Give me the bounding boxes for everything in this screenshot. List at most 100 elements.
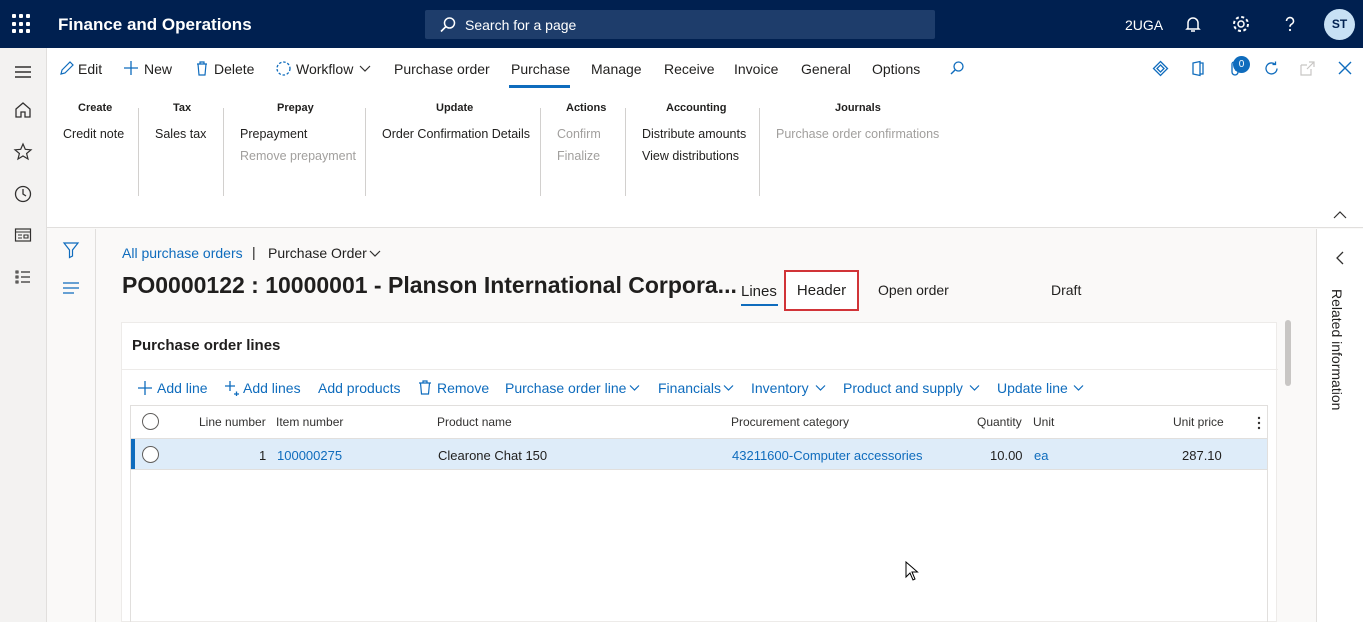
delete-button[interactable]: Delete [214, 61, 254, 77]
clock-icon[interactable] [13, 184, 33, 204]
top-bar: Finance and Operations Search for a page… [0, 0, 1363, 48]
column-header-unit-price[interactable]: Unit price [1173, 415, 1224, 429]
document-status: Open order [878, 282, 949, 298]
group-title-actions: Actions [566, 102, 607, 114]
view-distributions-button[interactable]: View distributions [642, 149, 739, 163]
left-navigation [0, 48, 47, 622]
tab-manage[interactable]: Manage [591, 61, 642, 77]
chevron-down-icon[interactable] [723, 384, 734, 392]
lines-grid: Line number Item number Product name Pro… [130, 405, 1268, 622]
office-icon[interactable] [1189, 60, 1206, 77]
table-row[interactable]: 1 100000275 Clearone Chat 150 43211600-C… [131, 438, 1267, 470]
hamburger-icon[interactable] [13, 62, 33, 82]
add-products-button[interactable]: Add products [318, 380, 401, 396]
avatar[interactable]: ST [1324, 9, 1355, 40]
group-title-journals: Journals [835, 102, 881, 114]
search-input[interactable]: Search for a page [425, 10, 935, 39]
cell-product-name[interactable]: Clearone Chat 150 [438, 448, 547, 463]
add-line-button[interactable]: Add line [157, 380, 208, 396]
home-icon[interactable] [13, 100, 33, 120]
financials-menu[interactable]: Financials [658, 380, 721, 396]
search-placeholder: Search for a page [465, 17, 577, 33]
close-icon[interactable] [1337, 60, 1353, 76]
chevron-down-icon[interactable] [369, 249, 381, 258]
column-header-item-number[interactable]: Item number [276, 415, 343, 429]
chevron-down-icon[interactable] [629, 384, 640, 392]
more-options-icon[interactable] [1257, 416, 1261, 430]
select-all-radio[interactable] [142, 413, 159, 430]
remove-prepayment-button[interactable]: Remove prepayment [240, 149, 356, 163]
order-confirmation-details-button[interactable]: Order Confirmation Details [382, 127, 530, 141]
add-lines-button[interactable]: Add lines [243, 380, 301, 396]
tab-options[interactable]: Options [872, 61, 920, 77]
company-picker[interactable]: 2UGA [1125, 17, 1163, 33]
group-title-create: Create [78, 102, 113, 114]
new-button[interactable]: New [144, 61, 172, 77]
workspace-icon[interactable] [13, 225, 33, 245]
help-icon[interactable] [1280, 14, 1300, 34]
group-title-prepay: Prepay [277, 102, 314, 114]
card-title: Purchase order lines [132, 337, 281, 354]
chevron-down-icon[interactable] [1073, 384, 1084, 392]
column-header-unit[interactable]: Unit [1033, 415, 1054, 429]
cell-quantity[interactable]: 10.00 [990, 448, 1023, 463]
related-information-pane: Related information [1316, 229, 1363, 622]
vertical-scrollbar[interactable] [1285, 320, 1291, 386]
cell-unit-price[interactable]: 287.10 [1182, 448, 1222, 463]
column-header-product-name[interactable]: Product name [437, 415, 512, 429]
related-information-label[interactable]: Related information [1329, 289, 1345, 410]
workflow-button[interactable]: Workflow [296, 61, 353, 77]
chevron-down-icon[interactable] [359, 64, 371, 74]
remove-button[interactable]: Remove [437, 380, 489, 396]
ribbon-divider [365, 108, 366, 196]
edit-button[interactable]: Edit [78, 61, 102, 77]
search-icon[interactable] [949, 60, 965, 76]
breadcrumb-current[interactable]: Purchase Order [268, 245, 367, 261]
breadcrumb-all-purchase-orders[interactable]: All purchase orders [122, 245, 243, 261]
column-header-line-number[interactable]: Line number [199, 415, 266, 429]
tab-purchase[interactable]: Purchase [511, 61, 570, 77]
update-line-menu[interactable]: Update line [997, 380, 1068, 396]
modules-icon[interactable] [13, 267, 33, 287]
cell-line-number: 1 [259, 448, 267, 463]
chevron-down-icon[interactable] [969, 384, 980, 392]
tab-general[interactable]: General [801, 61, 851, 77]
ribbon-divider [223, 108, 224, 196]
refresh-icon[interactable] [1263, 60, 1280, 77]
open-new-window-icon[interactable] [1299, 60, 1316, 77]
distribute-amounts-button[interactable]: Distribute amounts [642, 127, 746, 141]
gear-icon[interactable] [1231, 14, 1251, 34]
row-select-radio[interactable] [142, 446, 159, 463]
inventory-menu[interactable]: Inventory [751, 380, 809, 396]
app-launcher-icon[interactable] [12, 14, 32, 34]
collapse-ribbon-icon[interactable] [1333, 210, 1347, 220]
mouse-cursor-icon [905, 561, 919, 581]
purchase-order-line-menu[interactable]: Purchase order line [505, 380, 626, 396]
credit-note-button[interactable]: Credit note [63, 127, 124, 141]
plus-icon [138, 381, 152, 395]
bell-icon[interactable] [1183, 14, 1203, 34]
confirm-button[interactable]: Confirm [557, 127, 601, 141]
tab-invoice[interactable]: Invoice [734, 61, 778, 77]
product-and-supply-menu[interactable]: Product and supply [843, 380, 963, 396]
column-header-procurement-category[interactable]: Procurement category [731, 415, 849, 429]
tab-receive[interactable]: Receive [664, 61, 715, 77]
cell-item-number[interactable]: 100000275 [277, 448, 342, 463]
chevron-down-icon[interactable] [815, 384, 826, 392]
column-header-quantity[interactable]: Quantity [977, 415, 1022, 429]
finalize-button[interactable]: Finalize [557, 149, 600, 163]
lines-view-toggle[interactable]: Lines [741, 283, 777, 300]
list-icon[interactable] [62, 281, 80, 295]
cell-unit[interactable]: ea [1034, 448, 1048, 463]
header-view-toggle[interactable]: Header [784, 270, 859, 311]
cell-procurement-category[interactable]: 43211600-Computer accessories [732, 448, 923, 463]
power-apps-icon[interactable] [1152, 60, 1169, 77]
purchase-order-confirmations-button[interactable]: Purchase order confirmations [776, 127, 939, 141]
prepayment-button[interactable]: Prepayment [240, 127, 307, 141]
app-title[interactable]: Finance and Operations [58, 15, 252, 35]
star-icon[interactable] [13, 142, 33, 162]
tab-purchase-order[interactable]: Purchase order [394, 61, 490, 77]
sales-tax-button[interactable]: Sales tax [155, 127, 206, 141]
filter-icon[interactable] [62, 241, 80, 259]
chevron-left-icon[interactable] [1335, 251, 1345, 265]
